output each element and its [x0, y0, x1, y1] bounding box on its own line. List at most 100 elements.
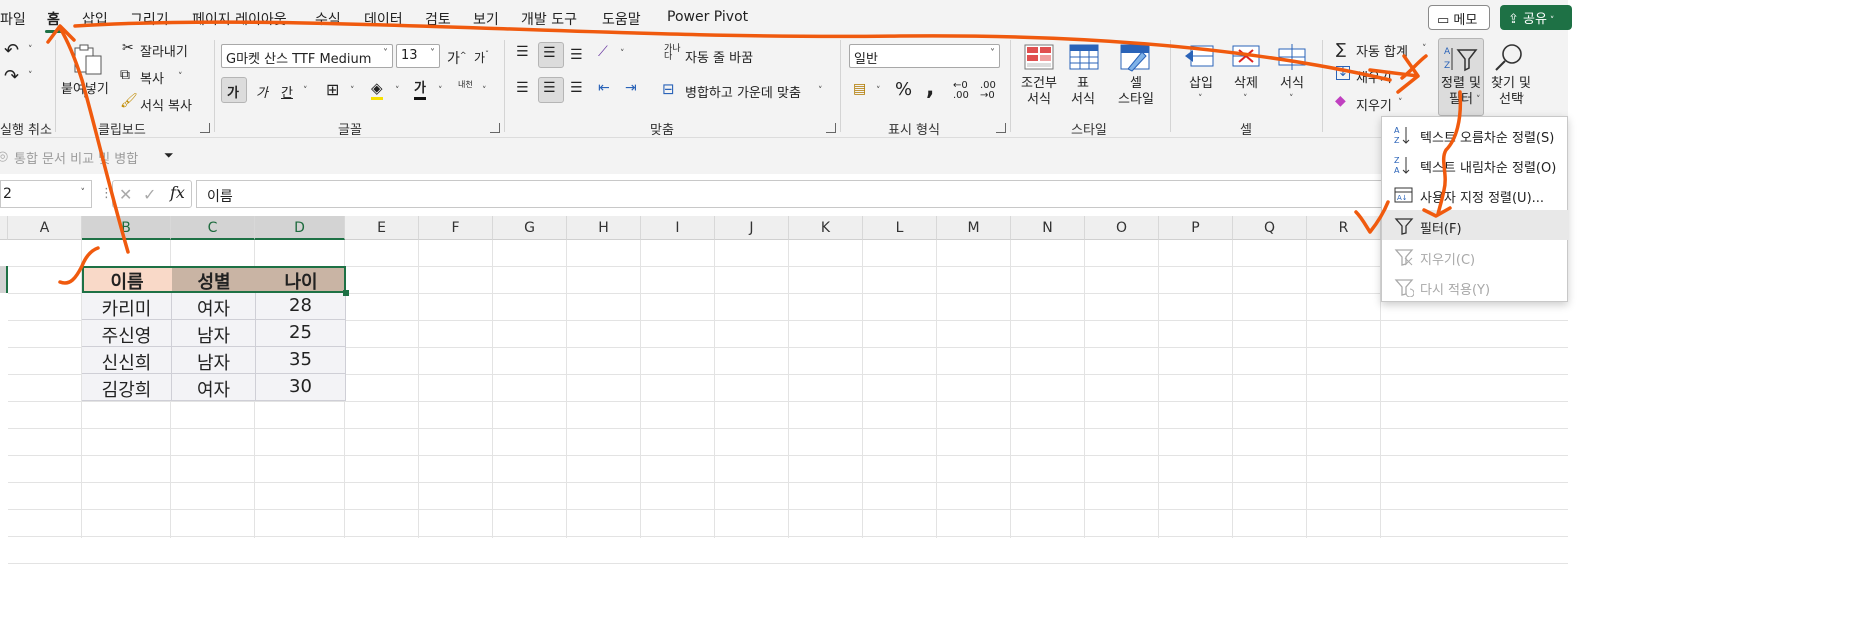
fill-color-icon[interactable]: ◈ — [371, 80, 383, 100]
autosum-button[interactable]: 자동 합계 — [1356, 41, 1408, 60]
memo-button[interactable]: ▭ 메모 — [1428, 5, 1490, 30]
format-cells-button[interactable]: 서식 — [1277, 76, 1307, 92]
column-header-j[interactable]: J — [715, 216, 789, 240]
undo-icon[interactable]: ↶ — [4, 40, 19, 61]
fill-handle[interactable] — [343, 290, 349, 296]
chevron-down-icon[interactable]: ˅ — [28, 45, 33, 55]
tab-draw[interactable]: 그리기 — [130, 9, 169, 29]
italic-button[interactable]: 가 — [256, 82, 268, 101]
percent-style-icon[interactable]: % — [895, 79, 912, 100]
table-cell[interactable]: 신신희 — [82, 347, 172, 374]
menu-item-custom-sort[interactable]: A↓ 사용자 지정 정렬(U)... — [1382, 179, 1569, 209]
dialog-launcher-icon[interactable] — [490, 123, 500, 133]
align-top-icon[interactable]: ☰ — [516, 44, 529, 60]
enter-icon[interactable]: ✓ — [143, 185, 156, 204]
worksheet-grid[interactable]: ABCDEFGHIJKLMNOPQR 이름 성별 나이 카리미 여자 28 주신영 남자 25 신… — [0, 216, 1568, 564]
chevron-down-icon[interactable]: ˅ — [620, 49, 625, 59]
chevron-down-icon[interactable]: ˅ — [1398, 98, 1403, 108]
align-right-icon[interactable]: ☰ — [570, 80, 583, 96]
column-header-r[interactable]: R — [1307, 216, 1381, 240]
format-painter-button[interactable]: 서식 복사 — [140, 95, 192, 114]
font-color-button[interactable]: 가 — [414, 80, 426, 100]
increase-decimal-icon[interactable]: ←0.00 — [953, 81, 969, 101]
tab-developer[interactable]: 개발 도구 — [521, 9, 577, 29]
chevron-down-icon[interactable]: ˅ — [1520, 95, 1525, 105]
align-center-icon[interactable]: ☰ — [543, 80, 556, 96]
column-header-l[interactable]: L — [863, 216, 937, 240]
paste-icon[interactable] — [72, 42, 104, 76]
tab-help[interactable]: 도움말 — [602, 9, 641, 29]
table-cell[interactable]: 30 — [256, 374, 346, 401]
delete-cells-button[interactable]: 삭제 — [1231, 76, 1261, 92]
chevron-down-icon[interactable]: ˅ — [83, 96, 88, 106]
dialog-launcher-icon[interactable] — [996, 123, 1006, 133]
chevron-down-icon[interactable]: ˅ — [482, 86, 487, 96]
row-header-selected[interactable] — [0, 266, 8, 293]
tab-file[interactable]: 파일 — [0, 9, 26, 29]
compare-merge-button[interactable]: 통합 문서 비교 및 병합 — [14, 148, 138, 167]
tab-data[interactable]: 데이터 — [364, 9, 403, 29]
borders-icon[interactable]: ⊞ — [326, 80, 339, 99]
clear-button[interactable]: 지우기 — [1356, 95, 1392, 114]
chevron-down-icon[interactable]: ˅ — [1243, 94, 1248, 104]
chevron-down-icon[interactable]: ˅ — [1198, 94, 1203, 104]
cancel-icon[interactable]: ✕ — [119, 185, 132, 204]
column-header-o[interactable]: O — [1085, 216, 1159, 240]
tab-formulas[interactable]: 수식 — [315, 9, 341, 29]
tab-home[interactable]: 홈 — [45, 9, 62, 33]
align-middle-icon[interactable]: ☰ — [543, 45, 556, 61]
chevron-down-icon[interactable]: ˅ — [395, 86, 400, 96]
tab-page-layout[interactable]: 페이지 레이아웃 — [192, 9, 287, 29]
menu-item-filter[interactable]: 필터(F) — [1382, 210, 1569, 240]
column-header-g[interactable]: G — [493, 216, 567, 240]
column-header-h[interactable]: H — [567, 216, 641, 240]
column-header-p[interactable]: P — [1159, 216, 1233, 240]
font-name-select[interactable]: G마켓 산스 TTF Medium ˅ — [221, 44, 393, 68]
table-cell[interactable]: 25 — [256, 320, 346, 347]
chevron-down-icon[interactable]: ˅ — [876, 86, 881, 96]
tab-view[interactable]: 보기 — [473, 9, 499, 29]
increase-indent-icon[interactable]: ⇥ — [625, 80, 637, 96]
column-header-n[interactable]: N — [1011, 216, 1085, 240]
align-left-icon[interactable]: ☰ — [516, 80, 529, 96]
bold-button[interactable]: 가 — [227, 82, 239, 101]
chevron-down-icon[interactable]: ˅ — [818, 86, 823, 96]
table-format-button[interactable]: 표 서식 — [1058, 76, 1108, 108]
merge-center-button[interactable]: 병합하고 가운데 맞춤 — [685, 82, 801, 101]
tab-insert[interactable]: 삽입 — [82, 9, 108, 29]
shrink-font-button[interactable]: 가ˇ — [474, 49, 489, 66]
comma-style-icon[interactable]: , — [926, 76, 934, 101]
column-header-b[interactable]: B — [82, 216, 171, 240]
decrease-indent-icon[interactable]: ⇤ — [598, 80, 610, 96]
conditional-format-button[interactable]: 조건부 서식 — [1014, 76, 1064, 108]
chevron-down-icon[interactable]: ˅ — [438, 86, 443, 96]
chevron-down-icon[interactable]: ˅ — [28, 71, 33, 81]
column-header-c[interactable]: C — [171, 216, 255, 240]
column-header-i[interactable]: I — [641, 216, 715, 240]
table-cell[interactable]: 남자 — [172, 347, 256, 374]
align-bottom-icon[interactable]: ☰ — [570, 47, 583, 63]
chevron-down-icon[interactable]: ˅ — [350, 86, 355, 96]
column-header-q[interactable]: Q — [1233, 216, 1307, 240]
dialog-launcher-icon[interactable] — [826, 123, 836, 133]
share-button[interactable]: ⇪ 공유 ˅ — [1500, 5, 1572, 30]
copy-button[interactable]: 복사 — [140, 68, 164, 87]
table-cell[interactable]: 주신영 — [82, 320, 172, 347]
wrap-text-button[interactable]: 자동 줄 바꿈 — [685, 47, 753, 66]
column-header-a[interactable]: A — [8, 216, 82, 240]
name-box[interactable]: 2 ˅ — [0, 180, 92, 208]
table-cell[interactable]: 김강희 — [82, 374, 172, 401]
decrease-decimal-icon[interactable]: .00 →0 — [980, 81, 996, 101]
fill-button[interactable]: 채우기 — [1356, 67, 1392, 86]
table-cell[interactable]: 35 — [256, 347, 346, 374]
cell-styles-button[interactable]: 셀 스타일 — [1110, 76, 1162, 108]
orientation-icon[interactable]: ⟋ — [598, 44, 608, 60]
table-cell[interactable]: 여자 — [172, 374, 256, 401]
table-cell[interactable]: 남자 — [172, 320, 256, 347]
column-header-f[interactable]: F — [419, 216, 493, 240]
table-cell[interactable]: 28 — [256, 293, 346, 320]
insert-function-button[interactable]: fx — [170, 183, 185, 202]
paste-button[interactable]: 붙여넣기 — [61, 78, 109, 97]
chevron-down-icon[interactable]: ˅ — [1422, 44, 1427, 54]
column-header-m[interactable]: M — [937, 216, 1011, 240]
